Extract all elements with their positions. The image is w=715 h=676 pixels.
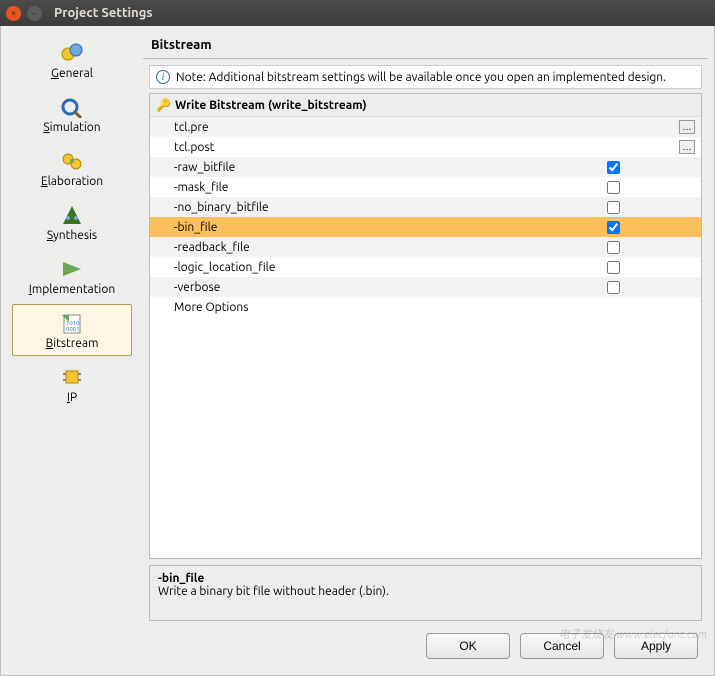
setting-name: -readback_file bbox=[174, 241, 553, 254]
setting-row[interactable]: More Options bbox=[150, 297, 701, 317]
note-bar: i Note: Additional bitstream settings wi… bbox=[149, 65, 702, 89]
setting-row[interactable]: -no_binary_bitfile bbox=[150, 197, 701, 217]
setting-row[interactable]: -bin_file bbox=[150, 217, 701, 237]
titlebar: × – Project Settings bbox=[0, 0, 715, 26]
setting-checkbox[interactable] bbox=[607, 161, 620, 174]
sidebar-item-simulation[interactable]: Simulation bbox=[12, 88, 132, 140]
sidebar-item-label: General bbox=[51, 67, 93, 80]
setting-checkbox[interactable] bbox=[607, 281, 620, 294]
setting-checkbox[interactable] bbox=[607, 261, 620, 274]
svg-text:0001: 0001 bbox=[66, 326, 80, 333]
apply-button[interactable]: Apply bbox=[614, 633, 698, 659]
sidebar-item-bitstream[interactable]: 10100001 Bitstream bbox=[12, 304, 132, 356]
info-icon: i bbox=[156, 70, 170, 84]
setting-checkbox[interactable] bbox=[607, 201, 620, 214]
settings-rows: tcl.pre … tcl.post … -raw_bitfile -mask_file -… bbox=[150, 117, 701, 558]
sidebar-item-elaboration[interactable]: Elaboration bbox=[12, 142, 132, 194]
sidebar-item-label: Implementation bbox=[29, 283, 115, 296]
main-panel: Bitstream i Note: Additional bitstream s… bbox=[143, 26, 714, 675]
sidebar-item-label: Simulation bbox=[43, 121, 100, 134]
browse-button[interactable]: … bbox=[679, 120, 695, 134]
key-icon: 🔑 bbox=[156, 98, 171, 112]
dialog-body: General Simulation Elaboration Synthesis Imp… bbox=[0, 26, 715, 676]
cancel-button[interactable]: Cancel bbox=[520, 633, 604, 659]
section-title: Bitstream bbox=[143, 32, 708, 59]
bitstream-icon: 10100001 bbox=[58, 311, 86, 335]
setting-row[interactable]: -verbose bbox=[150, 277, 701, 297]
synthesis-icon bbox=[58, 203, 86, 227]
setting-row[interactable]: -raw_bitfile bbox=[150, 157, 701, 177]
simulation-icon bbox=[58, 95, 86, 119]
ip-icon bbox=[58, 365, 86, 389]
setting-name: More Options bbox=[174, 301, 553, 314]
sidebar-item-synthesis[interactable]: Synthesis bbox=[12, 196, 132, 248]
setting-row[interactable]: tcl.post … bbox=[150, 137, 701, 157]
window-title: Project Settings bbox=[54, 6, 153, 20]
minimize-icon[interactable]: – bbox=[27, 6, 42, 21]
sidebar: General Simulation Elaboration Synthesis Imp… bbox=[1, 26, 143, 675]
setting-name: -verbose bbox=[174, 281, 553, 294]
sidebar-item-label: Bitstream bbox=[46, 337, 99, 350]
description-heading: -bin_file bbox=[158, 572, 693, 585]
setting-name: -mask_file bbox=[174, 181, 553, 194]
setting-row[interactable]: -mask_file bbox=[150, 177, 701, 197]
setting-checkbox[interactable] bbox=[607, 181, 620, 194]
setting-row[interactable]: tcl.pre … bbox=[150, 117, 701, 137]
sidebar-item-label: IP bbox=[67, 391, 77, 404]
ok-button[interactable]: OK bbox=[426, 633, 510, 659]
setting-row[interactable]: -logic_location_file bbox=[150, 257, 701, 277]
setting-name: -bin_file bbox=[174, 221, 553, 234]
browse-button[interactable]: … bbox=[679, 140, 695, 154]
sidebar-item-label: Elaboration bbox=[41, 175, 103, 188]
settings-panel: 🔑 Write Bitstream (write_bitstream) tcl.… bbox=[149, 93, 702, 559]
sidebar-item-label: Synthesis bbox=[47, 229, 97, 242]
setting-row[interactable]: -readback_file bbox=[150, 237, 701, 257]
setting-name: -raw_bitfile bbox=[174, 161, 553, 174]
setting-name: tcl.post bbox=[174, 141, 553, 154]
setting-name: tcl.pre bbox=[174, 121, 553, 134]
setting-name: -logic_location_file bbox=[174, 261, 553, 274]
description-box: -bin_file Write a binary bit file withou… bbox=[149, 565, 702, 621]
setting-name: -no_binary_bitfile bbox=[174, 201, 553, 214]
button-bar: OK Cancel Apply bbox=[143, 627, 708, 669]
setting-checkbox[interactable] bbox=[607, 241, 620, 254]
sidebar-item-implementation[interactable]: Implementation bbox=[12, 250, 132, 302]
note-text: Note: Additional bitstream settings will… bbox=[176, 71, 666, 84]
group-title: Write Bitstream (write_bitstream) bbox=[175, 99, 367, 112]
sidebar-item-ip[interactable]: IP bbox=[12, 358, 132, 410]
setting-checkbox[interactable] bbox=[607, 221, 620, 234]
description-body: Write a binary bit file without header (… bbox=[158, 585, 693, 598]
elaboration-icon bbox=[58, 149, 86, 173]
implementation-icon bbox=[58, 257, 86, 281]
group-header[interactable]: 🔑 Write Bitstream (write_bitstream) bbox=[150, 94, 701, 117]
close-icon[interactable]: × bbox=[6, 6, 21, 21]
sidebar-item-general[interactable]: General bbox=[12, 34, 132, 86]
general-icon bbox=[58, 41, 86, 65]
